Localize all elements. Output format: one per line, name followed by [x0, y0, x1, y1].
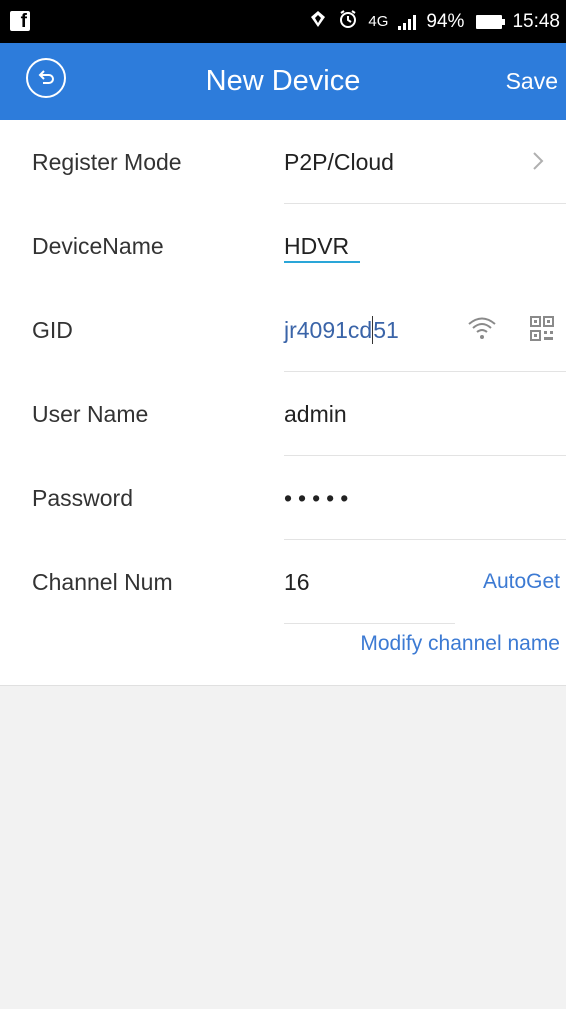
autoget-button[interactable]: AutoGet — [483, 540, 560, 624]
network-type-icon: 4G — [368, 13, 389, 30]
page-title: New Device — [205, 65, 361, 97]
chevron-right-icon — [533, 152, 544, 170]
password-input[interactable]: ••••• — [284, 456, 354, 540]
alarm-icon — [338, 9, 358, 35]
input-focus-underline — [284, 261, 360, 263]
gid-row: GID jr4091cd51 — [0, 288, 566, 372]
register-mode-label: Register Mode — [32, 149, 182, 175]
wifi-config-icon[interactable] — [467, 315, 497, 341]
channel-num-row: Channel Num 16 AutoGet — [0, 540, 566, 624]
signal-icon — [398, 14, 417, 30]
facebook-icon: f — [10, 11, 30, 32]
device-name-row: DeviceName HDVR — [0, 204, 566, 288]
register-mode-row[interactable]: Register Mode P2P/Cloud — [0, 120, 566, 204]
device-form: Register Mode P2P/Cloud DeviceName HDVR … — [0, 120, 566, 686]
device-name-label: DeviceName — [32, 233, 164, 259]
battery-percent: 94% — [426, 10, 465, 32]
password-row: Password ••••• — [0, 456, 566, 540]
modify-channel-name-link[interactable]: Modify channel name — [360, 632, 560, 656]
register-mode-value: P2P/Cloud — [284, 149, 394, 175]
save-button[interactable]: Save — [506, 43, 558, 120]
gid-label: GID — [32, 317, 73, 343]
status-bar: f 4G 94% 15:48 — [0, 0, 566, 43]
clock: 15:48 — [512, 10, 560, 32]
user-name-input[interactable]: admin — [284, 372, 347, 456]
divider — [284, 623, 455, 624]
channel-num-input[interactable]: 16 — [284, 540, 310, 624]
data-saver-icon — [308, 9, 328, 35]
gid-input[interactable]: jr4091cd51 — [284, 288, 399, 372]
qr-scan-icon[interactable] — [530, 316, 554, 342]
channel-num-label: Channel Num — [32, 569, 173, 595]
user-name-row: User Name admin — [0, 372, 566, 456]
device-name-input[interactable]: HDVR — [284, 204, 349, 288]
battery-icon — [476, 14, 506, 29]
password-label: Password — [32, 485, 133, 511]
status-icons: 4G 94% 15:48 — [308, 0, 560, 43]
app-header: New Device Save — [0, 43, 566, 120]
user-name-label: User Name — [32, 401, 149, 427]
